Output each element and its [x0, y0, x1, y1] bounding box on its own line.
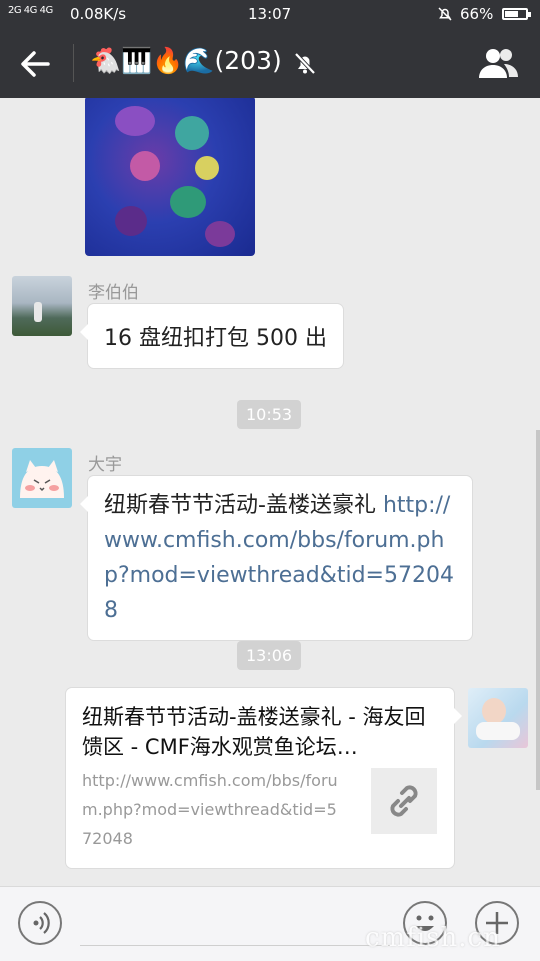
notification-off-icon — [438, 7, 452, 21]
photo-detail — [115, 206, 147, 236]
group-members-icon[interactable] — [476, 46, 520, 80]
chat-input-bar: cmfish.cn — [0, 886, 540, 961]
avatar[interactable] — [12, 448, 72, 508]
battery-level — [505, 11, 519, 17]
status-bar: 2G 4G 4G 0.08K/s 13:07 66% — [0, 0, 540, 28]
bell-off-icon — [294, 52, 316, 75]
cat-avatar-icon — [20, 460, 64, 498]
timestamp-tag: 10:53 — [237, 400, 302, 429]
photo-detail — [175, 116, 209, 150]
link-icon — [390, 785, 418, 817]
timestamp-tag: 13:06 — [237, 641, 302, 670]
photo-detail — [130, 151, 160, 181]
watermark: cmfish.cn — [365, 923, 501, 953]
share-url: http://www.cmfish.com/bbs/forum.php?mod=… — [82, 771, 338, 848]
avatar-detail — [482, 698, 506, 724]
photo-detail — [205, 221, 235, 247]
message-text: 纽斯春节节活动-盖楼送豪礼 — [104, 493, 383, 518]
status-time: 13:07 — [248, 5, 292, 23]
share-title: 纽斯春节节活动-盖楼送豪礼 - 海友回馈区 - CMF海水观赏鱼论坛… — [82, 705, 426, 759]
shared-link-card[interactable]: 纽斯春节节活动-盖楼送豪礼 - 海友回馈区 - CMF海水观赏鱼论坛… http… — [66, 688, 462, 868]
message-input-field[interactable] — [80, 945, 390, 946]
voice-icon[interactable] — [18, 901, 62, 945]
battery-icon — [502, 8, 531, 20]
header-divider — [73, 44, 74, 82]
voice-wave-icon — [33, 912, 50, 934]
photo-detail — [115, 106, 155, 136]
sender-name: 李伯伯 — [88, 283, 139, 303]
photo-detail — [195, 156, 219, 180]
my-avatar[interactable] — [468, 688, 528, 748]
message-text: 16 盘纽扣打包 500 出 — [104, 326, 327, 351]
text-message-bubble[interactable]: 16 盘纽扣打包 500 出 — [80, 304, 343, 368]
back-arrow-icon[interactable] — [18, 48, 54, 80]
chat-messages[interactable]: 李伯伯 16 盘纽扣打包 500 出 10:53 大宇 纽斯春节节活动-盖楼送豪… — [0, 98, 540, 886]
photo-detail — [170, 186, 206, 218]
chat-scrollbar[interactable] — [536, 430, 540, 790]
link-message-bubble[interactable]: 纽斯春节节活动-盖楼送豪礼 http://www.cmfish.com/bbs/… — [80, 476, 472, 640]
sender-name: 大宇 — [88, 455, 122, 475]
avatar[interactable] — [12, 276, 72, 336]
share-thumbnail — [371, 768, 437, 834]
chat-header: 🐔🎹🔥🌊(203) — [0, 28, 540, 98]
avatar-detail — [476, 722, 520, 740]
network-speed: 0.08K/s — [70, 5, 127, 23]
chat-title: 🐔🎹🔥🌊(203) — [90, 46, 282, 75]
battery-percent: 66% — [460, 5, 494, 23]
signal-indicator: 2G 4G 4G — [8, 5, 53, 16]
avatar-detail — [34, 302, 42, 322]
aquarium-photo-message[interactable] — [85, 98, 255, 256]
